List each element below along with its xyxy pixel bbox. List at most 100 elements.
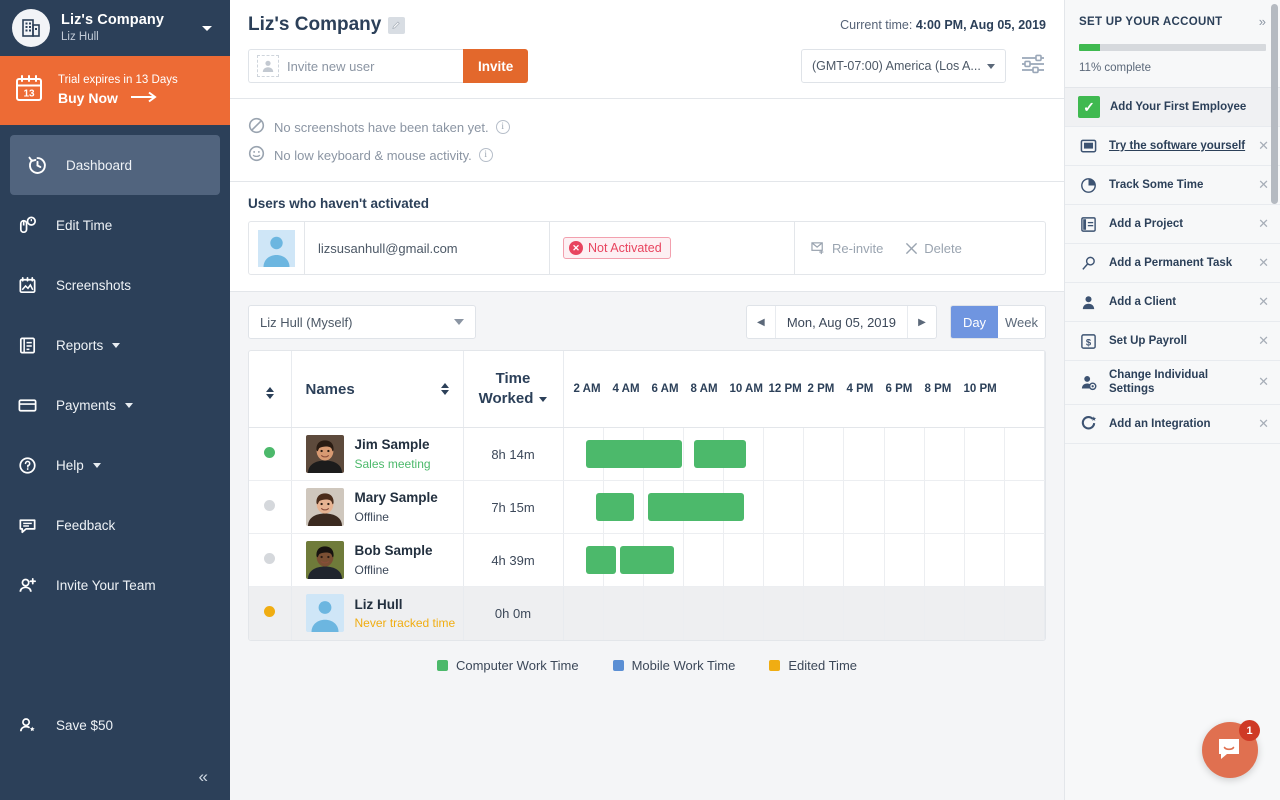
sidebar-item-payments[interactable]: Payments — [0, 375, 230, 435]
caret-down-icon[interactable] — [202, 25, 212, 31]
setup-item-track-some-time[interactable]: Track Some Time ✕ — [1065, 166, 1280, 205]
check-icon: ✓ — [1078, 96, 1100, 118]
time-worked-column-header[interactable]: Time Worked — [463, 351, 564, 428]
user-name-cell[interactable]: Bob Sample Offline — [291, 533, 464, 587]
info-icon[interactable]: i — [495, 120, 510, 134]
close-icon[interactable]: ✕ — [1258, 177, 1269, 193]
user-name-cell[interactable]: Liz Hull Never tracked time — [291, 586, 464, 640]
sliders-settings-icon[interactable] — [1020, 53, 1046, 80]
timeline-bar[interactable] — [595, 493, 634, 521]
invite-button[interactable]: Invite — [463, 49, 529, 83]
setup-item-add-an-integration[interactable]: Add an Integration ✕ — [1065, 405, 1280, 444]
close-icon[interactable]: ✕ — [1258, 416, 1269, 432]
timeline-bars — [564, 587, 1045, 640]
status-dot-icon — [264, 553, 276, 564]
setup-item-label: Try the software yourself — [1109, 139, 1246, 152]
reinvite-button[interactable]: Re-invite — [811, 241, 883, 256]
timeline-ticks: 2 AM 4 AM 6 AM 8 AM 10 AM 12 PM 2 PM 4 P… — [564, 351, 1045, 427]
pencil-icon[interactable] — [388, 16, 406, 34]
chevron-double-right-icon[interactable]: » — [1259, 14, 1266, 29]
names-column-header[interactable]: Names — [291, 351, 464, 428]
setup-item-add-a-project[interactable]: Add a Project ✕ — [1065, 205, 1280, 244]
timeline-bar[interactable] — [585, 440, 682, 468]
table-row[interactable]: Jim Sample Sales meeting 8h 14m — [249, 427, 1045, 481]
timeline-bar[interactable] — [647, 493, 744, 521]
invite-email-input[interactable] — [287, 58, 447, 74]
chevron-down-icon[interactable] — [92, 462, 101, 468]
sidebar-item-help[interactable]: Help — [0, 435, 230, 495]
user-name-cell[interactable]: Mary Sample Offline — [291, 480, 464, 534]
pie-clock-icon — [1078, 177, 1099, 194]
page-title-text: Liz's Company — [248, 14, 382, 35]
sidebar-item-edit-time[interactable]: Edit Time — [0, 195, 230, 255]
sidebar-item-invite-your-team[interactable]: Invite Your Team — [0, 555, 230, 615]
close-icon[interactable]: ✕ — [1258, 333, 1269, 349]
sidebar-item-feedback[interactable]: Feedback — [0, 495, 230, 555]
sidebar-item-label: Screenshots — [56, 277, 132, 293]
sidebar-item-dashboard[interactable]: Dashboard — [10, 135, 220, 195]
tick-label: 8 AM — [690, 383, 718, 395]
close-icon[interactable]: ✕ — [1258, 255, 1269, 271]
time-worked-cell: 8h 14m — [463, 427, 564, 481]
delete-button[interactable]: Delete — [905, 241, 962, 256]
table-row[interactable]: Liz Hull Never tracked time 0h 0m — [249, 586, 1045, 640]
setup-item-set-up-payroll[interactable]: $ Set Up Payroll ✕ — [1065, 322, 1280, 361]
chevron-down-icon[interactable] — [112, 342, 121, 348]
invite-input-wrap[interactable] — [248, 49, 463, 83]
sidebar-item-screenshots[interactable]: Screenshots — [0, 255, 230, 315]
timeline-bar[interactable] — [619, 546, 674, 574]
next-date-button[interactable]: ▶ — [907, 306, 936, 338]
table-row[interactable]: Bob Sample Offline 4h 39m — [249, 533, 1045, 587]
timeline-cell[interactable] — [563, 427, 1045, 481]
brand-header[interactable]: Liz's Company Liz Hull — [0, 0, 230, 56]
sort-arrows-icon[interactable] — [265, 387, 274, 399]
trial-banner[interactable]: 13 Trial expires in 13 Days Buy Now — [0, 56, 230, 125]
calendar-icon: 13 — [14, 73, 44, 108]
table-row[interactable]: Mary Sample Offline 7h 15m — [249, 480, 1045, 534]
chat-widget-button[interactable]: 1 — [1202, 720, 1260, 778]
tab-day[interactable]: Day — [951, 306, 998, 338]
panel-scrollbar[interactable] — [1271, 4, 1278, 774]
main-header: Liz's Company Current time: 4:00 PM, Aug… — [230, 0, 1064, 99]
time-worked-cell: 0h 0m — [463, 586, 564, 640]
info-icon[interactable]: i — [478, 148, 493, 162]
invite-user-icon — [10, 575, 44, 596]
scrollbar-thumb[interactable] — [1271, 4, 1278, 204]
sidebar-item-save-50[interactable]: Save $50 — [0, 696, 230, 754]
close-icon[interactable]: ✕ — [1258, 374, 1269, 390]
status-sort-column-header[interactable] — [249, 351, 292, 428]
timeline-cell[interactable] — [563, 533, 1045, 587]
timeline-bar[interactable] — [585, 546, 616, 574]
caret-down-icon — [454, 319, 464, 325]
setup-item-try-the-software-yourself[interactable]: Try the software yourself ✕ — [1065, 127, 1280, 166]
timeline-cell[interactable] — [563, 480, 1045, 534]
table-body: Jim Sample Sales meeting 8h 14m Mary Sample… — [249, 427, 1045, 640]
current-date-label[interactable]: Mon, Aug 05, 2019 — [776, 306, 907, 338]
timezone-select[interactable]: (GMT-07:00) America (Los A... — [801, 49, 1006, 83]
prev-date-button[interactable]: ◀ — [747, 306, 776, 338]
tab-week[interactable]: Week — [998, 306, 1045, 338]
sort-desc-icon[interactable] — [539, 396, 548, 402]
svg-text:$: $ — [1086, 337, 1092, 348]
close-icon[interactable]: ✕ — [1258, 138, 1269, 154]
setup-item-change-individual-settings[interactable]: Change Individual Settings ✕ — [1065, 361, 1280, 405]
dollar-box-icon: $ — [1078, 333, 1099, 350]
close-icon[interactable]: ✕ — [1258, 294, 1269, 310]
chevron-down-icon[interactable] — [125, 402, 134, 408]
setup-item-add-a-client[interactable]: Add a Client ✕ — [1065, 283, 1280, 322]
user-name-cell[interactable]: Jim Sample Sales meeting — [291, 427, 464, 481]
setup-item-add-a-permanent-task[interactable]: Add a Permanent Task ✕ — [1065, 244, 1280, 283]
setup-item-label: Change Individual Settings — [1109, 369, 1209, 396]
close-icon[interactable]: ✕ — [1258, 216, 1269, 232]
timeline-bar[interactable] — [693, 440, 746, 468]
sort-arrows-icon[interactable] — [440, 383, 449, 395]
sidebar-item-reports[interactable]: Reports — [0, 315, 230, 375]
alert-row-screenshots: No screenshots have been taken yet. i — [248, 113, 1046, 141]
setup-item-add-your-first-employee[interactable]: ✓ Add Your First Employee — [1065, 88, 1280, 127]
sidebar-collapse-button[interactable]: « — [0, 754, 230, 800]
buy-now-row[interactable]: Buy Now — [58, 90, 178, 108]
user-filter-select[interactable]: Liz Hull (Myself) — [248, 305, 476, 339]
table-header: Names Time Worked 2 AM 4 AM 6 AM 8 AM 10… — [249, 351, 1045, 428]
status-dot-icon — [264, 606, 276, 618]
timeline-cell[interactable] — [563, 586, 1045, 640]
